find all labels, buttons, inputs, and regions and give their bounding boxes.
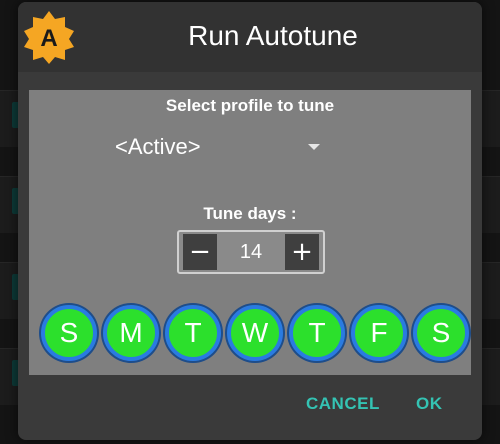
tune-days-label: Tune days : (203, 204, 297, 223)
weekday-toggle-friday[interactable]: F (351, 305, 407, 361)
autotune-dialog: A Run Autotune Select profile to tune <A… (18, 2, 482, 440)
ok-button[interactable]: OK (416, 394, 443, 414)
weekday-toggle-thursday[interactable]: T (289, 305, 345, 361)
autotune-options-panel: Select profile to tune <Active> Tune day… (29, 90, 471, 375)
profile-selected-value: <Active> (115, 134, 201, 159)
dialog-title: Run Autotune (188, 20, 358, 51)
weekday-toggle-sunday[interactable]: S (41, 305, 97, 361)
profile-label: Select profile to tune (165, 96, 335, 115)
weekday-toggle-monday[interactable]: M (103, 305, 159, 361)
app-logo-icon: A (24, 11, 74, 64)
dialog-header: A Run Autotune (18, 2, 482, 72)
tune-days-stepper: − 14 + (177, 230, 325, 274)
app-logo-letter: A (40, 25, 57, 52)
weekday-toggle-tuesday[interactable]: T (165, 305, 221, 361)
profile-dropdown[interactable]: <Active> (109, 128, 329, 168)
cancel-button[interactable]: CANCEL (306, 394, 380, 414)
increment-button[interactable]: + (285, 234, 319, 270)
weekday-selector: S M T W T F S (29, 305, 471, 365)
weekday-toggle-saturday[interactable]: S (413, 305, 469, 361)
weekday-toggle-wednesday[interactable]: W (227, 305, 283, 361)
decrement-button[interactable]: − (183, 234, 217, 270)
dropdown-arrow-icon (308, 144, 320, 150)
tune-days-value[interactable]: 14 (219, 232, 283, 272)
